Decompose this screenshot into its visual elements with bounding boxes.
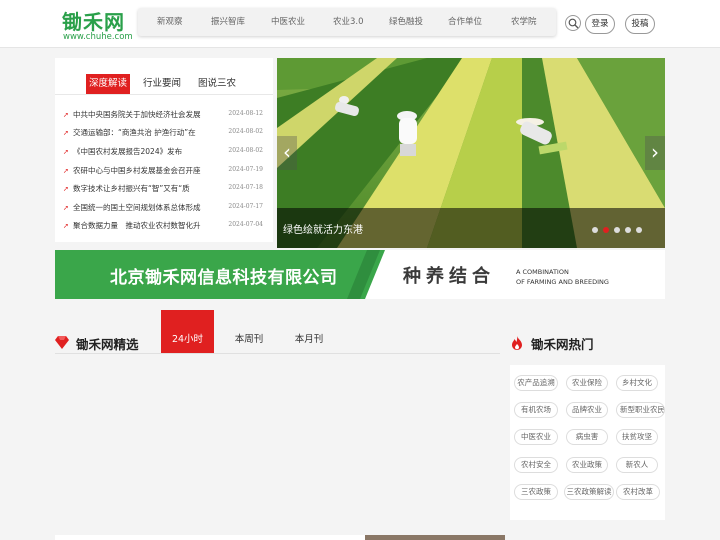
- tab-monthly[interactable]: 本月刊: [284, 310, 334, 353]
- news-item[interactable]: ➚ 中共中央国务院关于加快经济社会发展 2024-08-12: [63, 109, 269, 123]
- hot-tag[interactable]: 中医农业: [514, 429, 558, 445]
- banner-english-line1: A COMBINATION: [516, 268, 569, 276]
- news-item[interactable]: ➚ 聚合数据力量 推动农业农村数智化升 2024-07-04: [63, 220, 269, 234]
- hot-tag[interactable]: 新型职业农民: [616, 402, 665, 418]
- carousel-caption[interactable]: 绿色绘就活力东港: [283, 221, 363, 236]
- carousel-next-button[interactable]: ›: [645, 136, 665, 170]
- article-thumbnail[interactable]: [365, 535, 505, 540]
- nav-item-zhenxing[interactable]: 振兴智库: [211, 15, 245, 27]
- logo-text: 锄禾网: [62, 10, 125, 34]
- news-item[interactable]: ➚ 数字技术让乡村振兴有“智”又有“质 2024-07-18: [63, 183, 269, 197]
- hot-tag[interactable]: 有机农场: [514, 402, 558, 418]
- tab-shendu-jiedu[interactable]: 深度解读: [86, 74, 130, 94]
- arrow-icon: ➚: [63, 148, 69, 156]
- tab-weekly[interactable]: 本周刊: [224, 310, 274, 353]
- search-icon: [568, 18, 579, 29]
- news-date: 2024-08-02: [228, 128, 263, 135]
- carousel-prev-button[interactable]: ‹: [277, 136, 297, 170]
- tab-hangye-yaowen[interactable]: 行业要闻: [140, 74, 184, 94]
- news-panel: 深度解读 行业要闻 图说三农 ➚ 中共中央国务院关于加快经济社会发展 2024-…: [55, 58, 273, 242]
- hot-tags-panel: 农产品追溯 农业保险 乡村文化 有机农场 品牌农业 新型职业农民 中医农业 病虫…: [510, 365, 665, 520]
- nav-item-zhongyi[interactable]: 中医农业: [271, 15, 305, 27]
- news-item[interactable]: ➚ 《中国农村发展报告2024》发布 2024-08-02: [63, 146, 269, 160]
- login-button[interactable]: 登录: [585, 14, 615, 34]
- hot-tag[interactable]: 扶贫攻坚: [616, 429, 658, 445]
- nav-item-nongxueyuan[interactable]: 农学院: [511, 15, 537, 27]
- search-button[interactable]: [565, 15, 581, 31]
- arrow-icon: ➚: [63, 222, 69, 230]
- news-title[interactable]: 农研中心与中国乡村发展基金会召开座: [73, 165, 201, 176]
- tab-tushuo-sannong[interactable]: 图说三农: [195, 74, 239, 94]
- news-item[interactable]: ➚ 农研中心与中国乡村发展基金会召开座 2024-07-19: [63, 165, 269, 179]
- submit-article-button[interactable]: 投稿: [625, 14, 655, 34]
- news-date: 2024-08-02: [228, 147, 263, 154]
- news-date: 2024-07-19: [228, 166, 263, 173]
- news-title[interactable]: 中共中央国务院关于加快经济社会发展: [73, 109, 201, 120]
- carousel-dot[interactable]: [614, 227, 620, 233]
- hot-tag[interactable]: 农业保险: [566, 375, 608, 391]
- news-date: 2024-07-17: [228, 203, 263, 210]
- hot-tag[interactable]: 三农政策解读: [564, 484, 614, 500]
- arrow-icon: ➚: [63, 185, 69, 193]
- arrow-icon: ➚: [63, 129, 69, 137]
- hot-title: 锄禾网热门: [531, 337, 594, 352]
- hot-tag[interactable]: 农村安全: [514, 457, 558, 473]
- flame-icon: [512, 336, 522, 350]
- news-title[interactable]: 《中国农村发展报告2024》发布: [73, 146, 182, 157]
- carousel-dot[interactable]: [592, 227, 598, 233]
- hot-tag[interactable]: 品牌农业: [566, 402, 608, 418]
- company-banner[interactable]: 北京锄禾网信息科技有限公司 种养结合 A COMBINATION OF FARM…: [55, 250, 665, 299]
- logo-url: www.chuhe.com: [63, 32, 133, 42]
- news-date: 2024-07-04: [228, 221, 263, 228]
- hot-tag[interactable]: 三农政策: [514, 484, 558, 500]
- carousel-dot[interactable]: [636, 227, 642, 233]
- hot-tag[interactable]: 新农人: [616, 457, 658, 473]
- hot-tag[interactable]: 乡村文化: [616, 375, 658, 391]
- arrow-icon: ➚: [63, 167, 69, 175]
- farmer-center: [397, 111, 417, 156]
- hot-tag[interactable]: 农村改革: [616, 484, 660, 500]
- featured-title: 锄禾网精选: [76, 337, 139, 352]
- banner-english-line2: OF FARMING AND BREEDING: [516, 278, 609, 286]
- news-title[interactable]: 数字技术让乡村振兴有“智”又有“质: [73, 183, 190, 194]
- tab-divider: [55, 94, 273, 95]
- news-date: 2024-08-12: [228, 110, 263, 117]
- image-carousel[interactable]: ‹ › 绿色绘就活力东港: [277, 58, 665, 248]
- news-item[interactable]: ➚ 交通运输部：“商渔共治 护渔行动”在 2024-08-02: [63, 127, 269, 141]
- news-title[interactable]: 聚合数据力量 推动农业农村数智化升: [73, 220, 201, 231]
- hot-tag[interactable]: 农业政策: [566, 457, 608, 473]
- site-logo[interactable]: 锄禾网 www.chuhe.com: [62, 6, 136, 44]
- hot-tag[interactable]: 农产品追溯: [514, 375, 558, 391]
- carousel-dot[interactable]: [625, 227, 631, 233]
- tab-24-hours[interactable]: 24小时: [161, 310, 214, 353]
- news-item[interactable]: ➚ 全国统一的国土空间规划体系总体形成 2024-07-17: [63, 202, 269, 216]
- hot-tag[interactable]: 病虫害: [566, 429, 608, 445]
- arrow-icon: ➚: [63, 204, 69, 212]
- banner-company-name: 北京锄禾网信息科技有限公司: [110, 268, 338, 288]
- nav-item-lvserongtou[interactable]: 绿色融投: [389, 15, 423, 27]
- main-nav: 新观察 振兴智库 中医农业 农业3.0 绿色融投 合作单位 农学院: [138, 8, 556, 36]
- nav-item-xinguancha[interactable]: 新观察: [157, 15, 183, 27]
- featured-divider: [55, 353, 500, 354]
- news-date: 2024-07-18: [228, 184, 263, 191]
- diamond-icon: [55, 336, 69, 349]
- carousel-dot[interactable]: [603, 227, 609, 233]
- site-header: 锄禾网 www.chuhe.com 新观察 振兴智库 中医农业 农业3.0 绿色…: [0, 0, 720, 48]
- nav-item-hezuo[interactable]: 合作单位: [448, 15, 482, 27]
- nav-item-nongye30[interactable]: 农业3.0: [333, 15, 364, 27]
- arrow-icon: ➚: [63, 111, 69, 119]
- news-title[interactable]: 全国统一的国土空间规划体系总体形成: [73, 202, 201, 213]
- news-title[interactable]: 交通运输部：“商渔共治 护渔行动”在: [73, 127, 196, 138]
- banner-slogan: 种养结合: [403, 266, 495, 287]
